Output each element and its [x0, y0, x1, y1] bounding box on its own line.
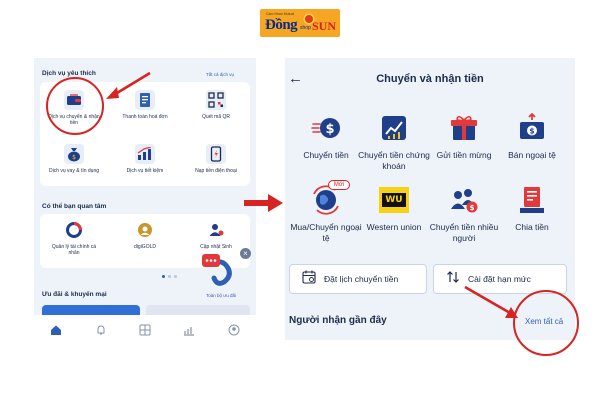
flow-arrow-head: [268, 194, 283, 212]
service-savings[interactable]: Dịch vụ tiết kiệm: [117, 144, 173, 174]
interest-digigold[interactable]: digiGOLD: [117, 220, 173, 250]
schedule-transfer-label: Đặt lịch chuyển tiền: [324, 274, 399, 284]
service-group-transfer[interactable]: $ Chuyển tiền nhiều người: [427, 184, 501, 244]
all-services-link[interactable]: Tất cả dịch vụ: [206, 72, 234, 77]
new-badge: Mới: [328, 180, 350, 190]
service-label: Gửi tiền mừng: [436, 150, 492, 160]
interest-finance[interactable]: Quản lý tài chính cá nhân: [46, 220, 102, 256]
gift-icon: [448, 112, 480, 144]
grid-icon[interactable]: [138, 323, 152, 337]
home-icon[interactable]: [49, 323, 63, 337]
qr-code-icon: [206, 90, 226, 110]
service-qr-scan[interactable]: Quét mã QR: [188, 90, 244, 120]
sell-currency-icon: $: [516, 112, 548, 144]
service-gift-money[interactable]: Gửi tiền mừng: [427, 112, 501, 161]
recent-recipients-title: Người nhận gần đây: [289, 315, 387, 326]
savings-chart-icon: [135, 144, 155, 164]
service-label: Chuyển tiền nhiều người: [429, 222, 499, 243]
schedule-transfer-button[interactable]: Đặt lịch chuyển tiền: [289, 264, 427, 294]
see-all-link[interactable]: Xem tất cả: [525, 317, 563, 326]
bottom-nav: [34, 315, 256, 344]
service-loans[interactable]: $ Dịch vụ vay & tín dụng: [46, 144, 102, 174]
interest-title: Có thể bạn quan tâm: [42, 203, 107, 210]
favorites-title: Dịch vụ yêu thích: [42, 70, 96, 77]
service-label: Dịch vụ chuyển & nhận tiền: [48, 114, 100, 126]
support-chat-bubble[interactable]: [200, 248, 242, 290]
bill-icon: [135, 90, 155, 110]
promo-title: Ưu đãi & khuyến mại: [42, 291, 107, 298]
service-send-money[interactable]: $ Chuyển tiền: [289, 112, 363, 161]
logo-word-sun: SUN: [312, 19, 337, 33]
service-label: Chia tiền: [515, 222, 549, 232]
phone-topup-icon: [206, 144, 226, 164]
service-label: Western union: [366, 222, 422, 232]
up-down-arrows-icon: [446, 270, 460, 289]
split-bill-icon: [516, 184, 548, 216]
service-phone-topup[interactable]: Nạp tiền điện thoại: [188, 144, 244, 174]
service-label: Quét mã QR: [201, 114, 231, 120]
all-promos-link[interactable]: Toàn bộ ưu đãi: [206, 293, 236, 298]
interest-label: digiGOLD: [134, 244, 156, 250]
send-money-icon: $: [310, 112, 342, 144]
chart-icon[interactable]: [182, 323, 196, 337]
interest-update-info[interactable]: Cập nhật Sinh: [188, 220, 244, 250]
carousel-dots: [162, 275, 177, 278]
service-bill-payment[interactable]: Thanh toán hoá đơn: [117, 90, 173, 120]
user-update-icon: [206, 220, 226, 240]
left-phone-screen: Dịch vụ yêu thích Tất cả dịch vụ Dịch vụ…: [34, 58, 256, 344]
svg-text:$: $: [72, 154, 76, 161]
limit-settings-button[interactable]: Cài đặt hạn mức: [433, 264, 567, 294]
service-stock-transfer[interactable]: Chuyển tiền chứng khoán: [357, 112, 431, 172]
logo-word-shop: shop: [300, 25, 311, 31]
close-chat-button[interactable]: ×: [240, 248, 251, 259]
service-split-bill[interactable]: Chia tiền: [495, 184, 569, 233]
service-western-union[interactable]: WU Western union: [357, 184, 431, 233]
svg-text:$: $: [529, 127, 534, 136]
service-label: Thanh toán hoá đơn: [122, 114, 168, 120]
service-buy-transfer-currency[interactable]: Mua/Chuyển ngoại tệ: [289, 184, 363, 244]
user-icon[interactable]: [227, 323, 241, 337]
pie-chart-icon: [64, 220, 84, 240]
logo-word-dong: Đồng: [265, 17, 298, 33]
logo-tagline: Cam Nhan Mutual: [266, 12, 295, 16]
gold-icon: [135, 220, 155, 240]
service-sell-currency[interactable]: $ Bán ngoại tệ: [495, 112, 569, 161]
bell-icon[interactable]: [94, 323, 108, 337]
calendar-icon: [302, 270, 316, 289]
dongsun-logo: Cam Nhan Mutual Đồng shop SUN: [260, 9, 340, 37]
service-label: Dịch vụ vay & tín dụng: [48, 168, 100, 174]
limit-settings-label: Cài đặt hạn mức: [468, 274, 531, 284]
service-label: Chuyển tiền chứng khoán: [358, 150, 430, 171]
service-label: Mua/Chuyển ngoại tệ: [290, 222, 362, 243]
wallet-transfer-icon: [64, 90, 84, 110]
page-title: Chuyển và nhận tiền: [376, 73, 484, 85]
money-bag-icon: $: [64, 144, 84, 164]
service-label: Chuyển tiền: [303, 150, 349, 160]
stock-transfer-icon: [378, 112, 410, 144]
service-label: Nạp tiền điện thoại: [195, 168, 237, 174]
wu-logo-text: WU: [382, 193, 406, 207]
service-label: Dịch vụ tiết kiệm: [126, 168, 164, 174]
interest-label: Quản lý tài chính cá nhân: [51, 244, 97, 256]
service-transfer[interactable]: Dịch vụ chuyển & nhận tiền: [46, 90, 102, 126]
svg-text:$: $: [470, 204, 475, 212]
svg-text:$: $: [325, 122, 334, 137]
right-phone-screen: ← Chuyển và nhận tiền $ Chuyển tiền Chuy…: [285, 58, 575, 340]
western-union-icon: WU: [378, 184, 410, 216]
group-transfer-icon: $: [448, 184, 480, 216]
service-label: Bán ngoại tệ: [508, 150, 556, 160]
